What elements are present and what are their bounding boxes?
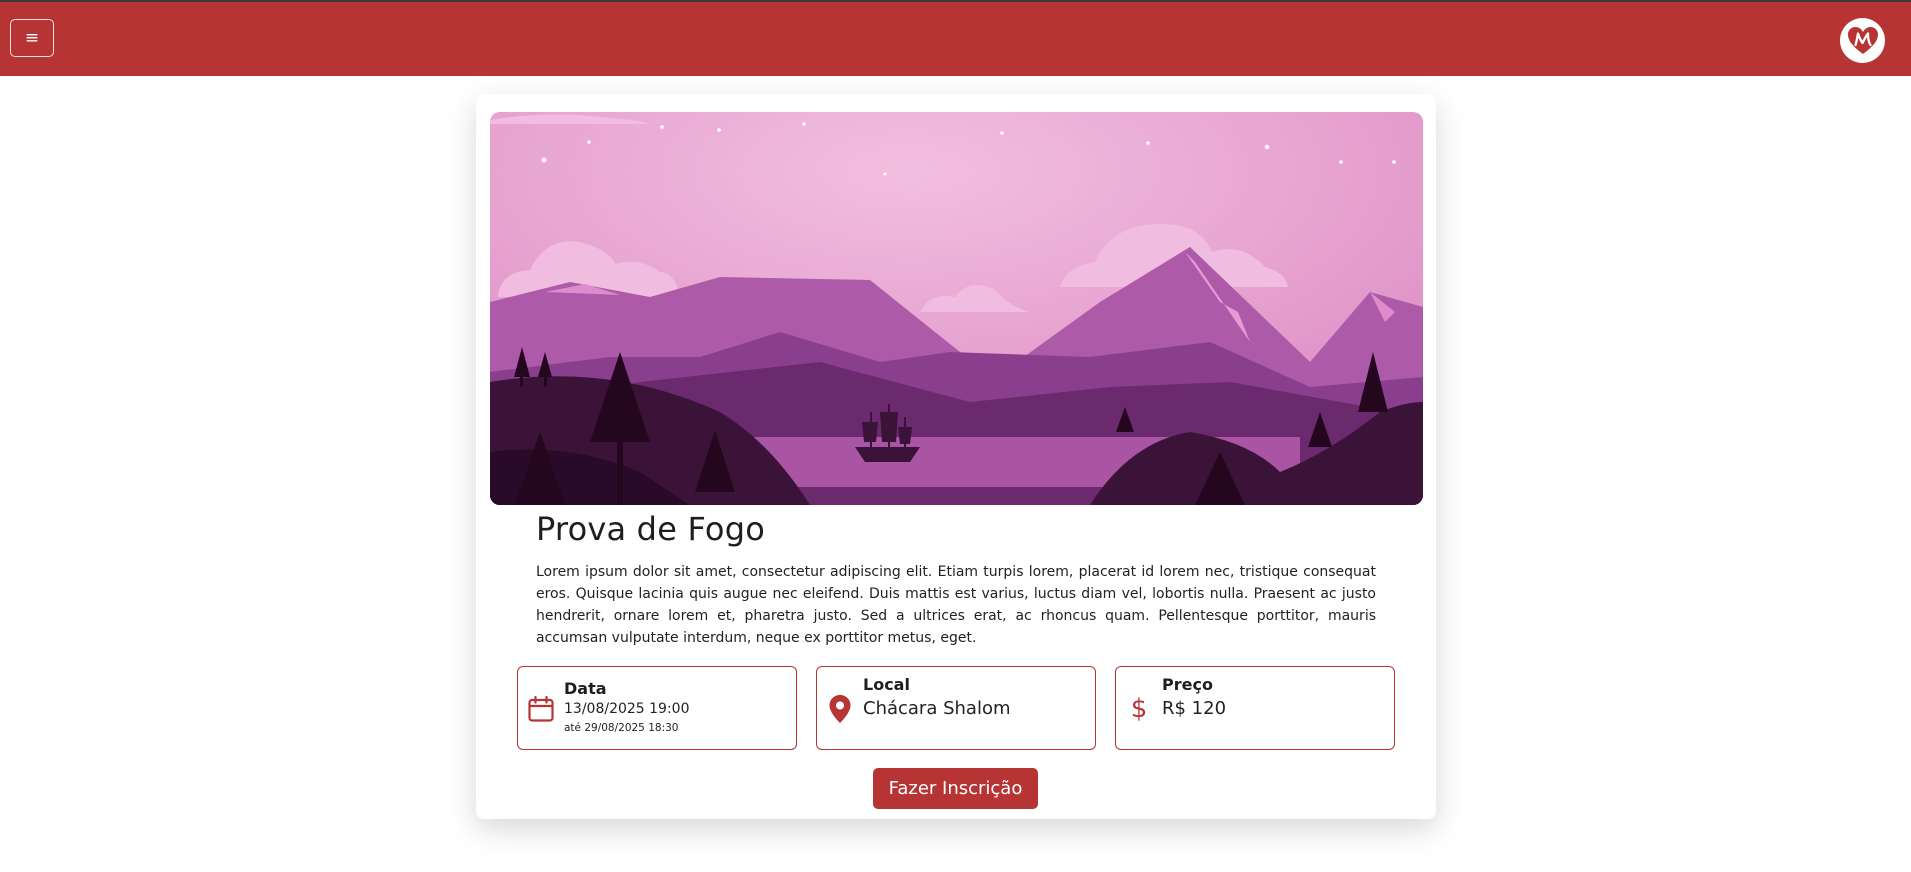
location-info-box: Local Chácara Shalom xyxy=(816,666,1096,750)
event-description: Lorem ipsum dolor sit amet, consectetur … xyxy=(536,564,1376,646)
price-info-box: $ Preço R$ 120 xyxy=(1115,666,1395,750)
calendar-icon xyxy=(526,693,556,725)
location-label: Local xyxy=(863,675,910,694)
register-button[interactable]: Fazer Inscrição xyxy=(873,768,1038,809)
price-label: Preço xyxy=(1162,675,1213,694)
dollar-icon: $ xyxy=(1130,694,1148,724)
map-pin-icon xyxy=(825,693,855,725)
navbar: ≡ xyxy=(0,2,1911,76)
event-card: Prova de Fogo Lorem ipsum dolor sit amet… xyxy=(476,94,1436,819)
price-value: R$ 120 xyxy=(1162,698,1227,719)
event-banner-image xyxy=(490,112,1423,505)
date-info-box: Data 13/08/2025 19:00 até 29/08/2025 18:… xyxy=(517,666,797,750)
date-label: Data xyxy=(564,679,607,698)
date-start-value: 13/08/2025 19:00 xyxy=(564,701,690,717)
heart-m-logo xyxy=(1847,26,1878,54)
event-title: Prova de Fogo xyxy=(536,510,765,548)
location-value: Chácara Shalom xyxy=(863,698,1011,719)
brand-logo[interactable] xyxy=(1840,18,1885,63)
menu-toggle-button[interactable]: ≡ xyxy=(10,19,54,57)
date-end-value: até 29/08/2025 18:30 xyxy=(564,722,679,734)
hamburger-icon: ≡ xyxy=(24,28,40,48)
